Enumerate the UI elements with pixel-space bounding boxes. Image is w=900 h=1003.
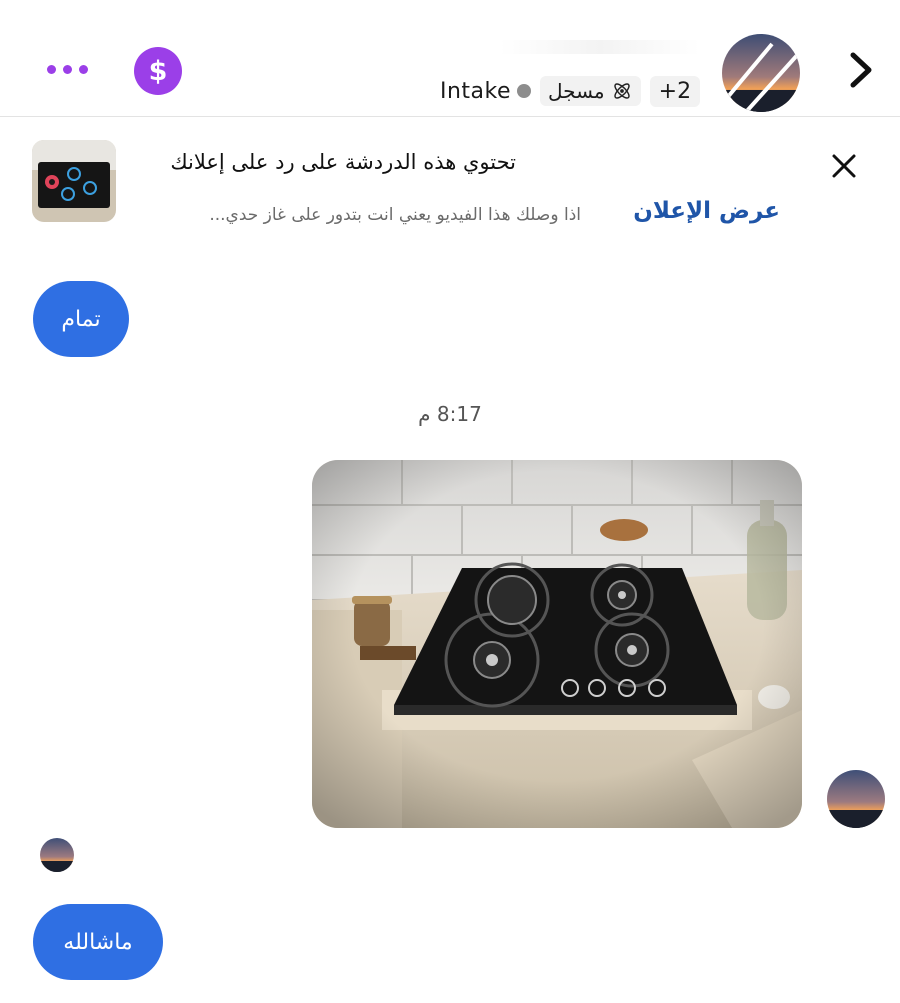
chat-header: $ Intake مسجل +2 (0, 0, 900, 118)
dollar-icon[interactable]: $ (134, 47, 182, 95)
more-options-button[interactable] (40, 52, 94, 86)
message-text: ماشالله (63, 929, 133, 955)
atom-icon (613, 83, 630, 99)
tag-registered[interactable]: مسجل (540, 76, 641, 106)
dot (46, 64, 56, 74)
photo-message[interactable] (312, 460, 802, 828)
close-icon[interactable] (826, 148, 862, 184)
message-text: تمام (61, 306, 101, 332)
contact-tags: Intake مسجل +2 (440, 73, 701, 109)
view-ad-link[interactable]: عرض الإعلان (622, 198, 780, 224)
chevron-right-icon[interactable] (836, 42, 884, 98)
sender-avatar[interactable] (827, 770, 885, 828)
message-bubble-incoming[interactable]: تمام (33, 281, 129, 357)
dot (78, 64, 88, 74)
ad-thumbnail[interactable] (32, 140, 116, 222)
tag-intake[interactable]: Intake (440, 78, 532, 104)
tag-intake-dot (517, 84, 532, 98)
tag-intake-label: Intake (440, 78, 512, 104)
message-bubble-incoming[interactable]: ماشالله (33, 904, 163, 980)
tag-registered-label: مسجل (548, 79, 605, 103)
message-timestamp: 8:17 م (418, 402, 482, 426)
tag-count[interactable]: +2 (649, 75, 701, 107)
ad-banner-subtitle: اذا وصلك هذا الفيديو يعني انت بتدور على … (209, 205, 581, 225)
header-divider (0, 116, 900, 117)
dot (62, 64, 72, 74)
ad-banner-title: تحتوي هذه الدردشة على رد على إعلانك (170, 150, 516, 174)
header-name-placeholder (500, 40, 700, 54)
ad-reply-banner: تحتوي هذه الدردشة على رد على إعلانك اذا … (0, 118, 900, 248)
contact-avatar-small[interactable] (40, 838, 74, 872)
chat-screen: $ Intake مسجل +2 تحتوي هذه الدردشة على ر… (0, 0, 900, 1003)
contact-avatar[interactable] (722, 34, 800, 112)
